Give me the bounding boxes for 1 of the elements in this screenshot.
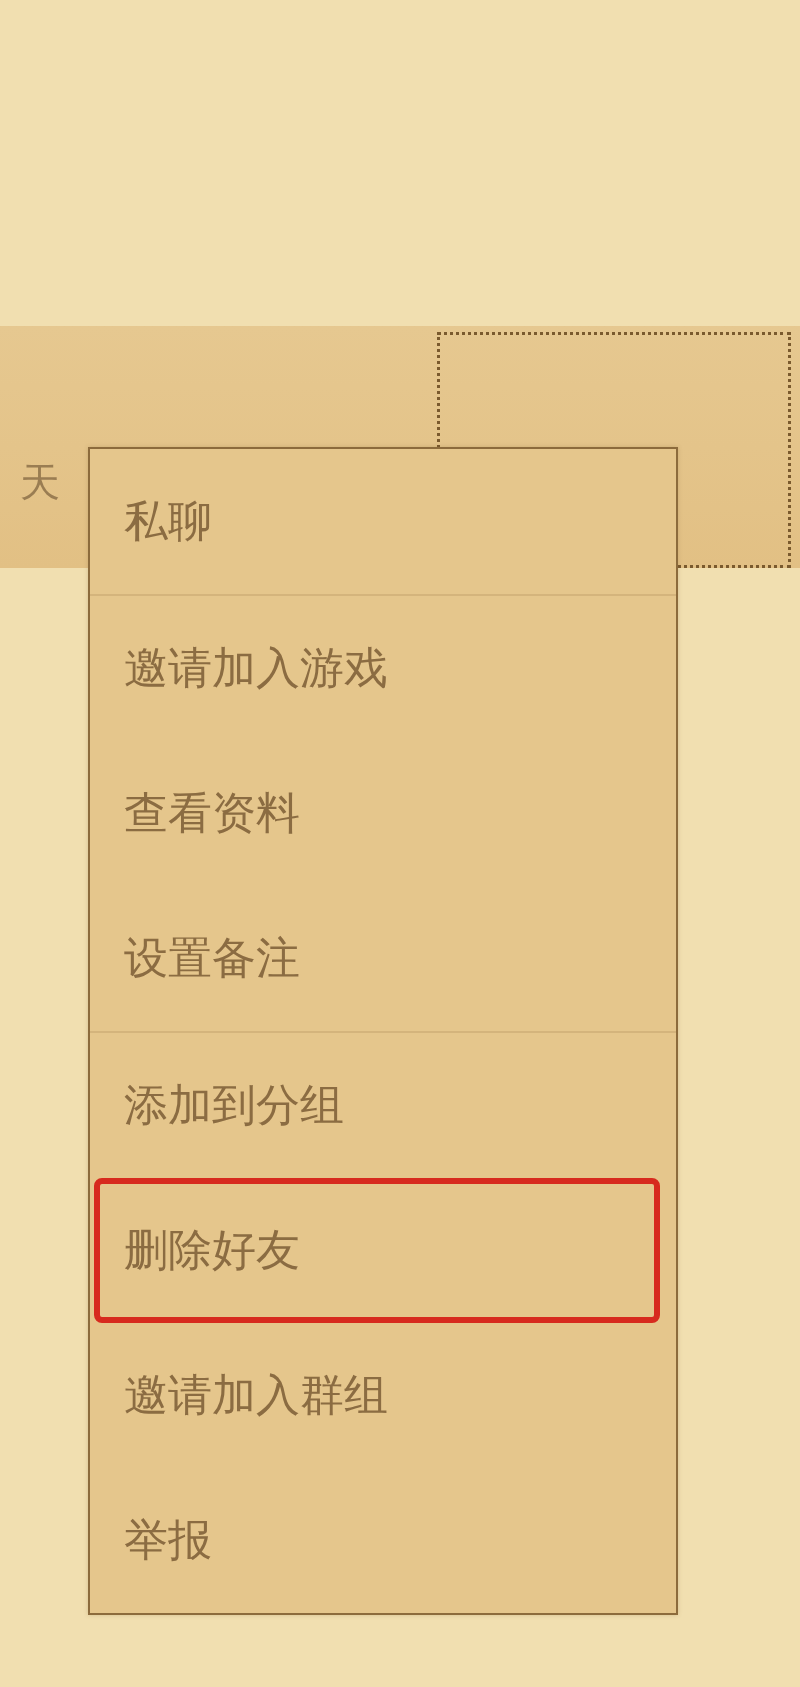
friend-name: 天 bbox=[20, 457, 60, 507]
